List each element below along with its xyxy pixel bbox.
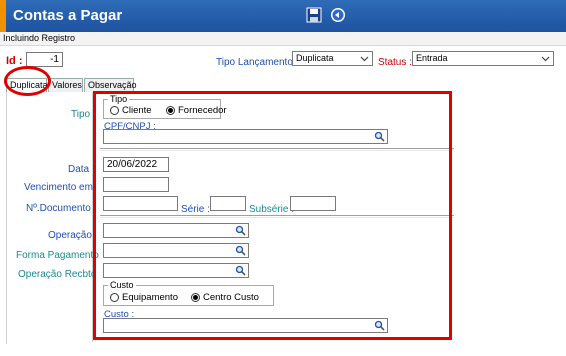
tipo-lancamento-value: Duplicata: [296, 53, 334, 63]
status-select[interactable]: Entrada: [412, 51, 554, 66]
status-label: Status :: [378, 57, 412, 68]
vencimento-label: Vencimento em: [24, 182, 93, 193]
data-label: Data: [68, 164, 90, 175]
panel-border: [6, 92, 7, 344]
title-accent: [0, 0, 6, 32]
forma-pagamento-label: Forma Pagamento: [16, 250, 99, 261]
tipo-label: Tipo: [71, 109, 91, 120]
id-field[interactable]: -1: [26, 52, 63, 67]
chevron-down-icon: [360, 56, 369, 62]
id-label: Id :: [6, 55, 23, 67]
save-icon[interactable]: [306, 7, 322, 23]
operacao-recbto-label: Operação Recbto: [18, 269, 97, 280]
tipo-lancamento-select[interactable]: Duplicata: [292, 51, 373, 66]
mode-bar: Incluindo Registro: [0, 32, 566, 46]
documento-label: Nº.Documento: [26, 203, 91, 214]
status-value: Entrada: [416, 53, 448, 63]
highlight-circle: [4, 66, 51, 96]
tab-observacao[interactable]: Observação: [84, 78, 137, 92]
window-title: Contas a Pagar: [13, 7, 123, 24]
highlight-box: [93, 91, 452, 340]
mode-tab: Incluindo Registro: [3, 33, 76, 43]
chevron-down-icon: [541, 56, 550, 62]
operacao-label: Operação: [48, 230, 92, 241]
refresh-icon[interactable]: [330, 7, 346, 23]
title-bar: Contas a Pagar: [0, 0, 566, 32]
tipo-lancamento-label: Tipo Lançamento :: [216, 57, 299, 68]
tab-valores[interactable]: Valores: [48, 78, 83, 92]
